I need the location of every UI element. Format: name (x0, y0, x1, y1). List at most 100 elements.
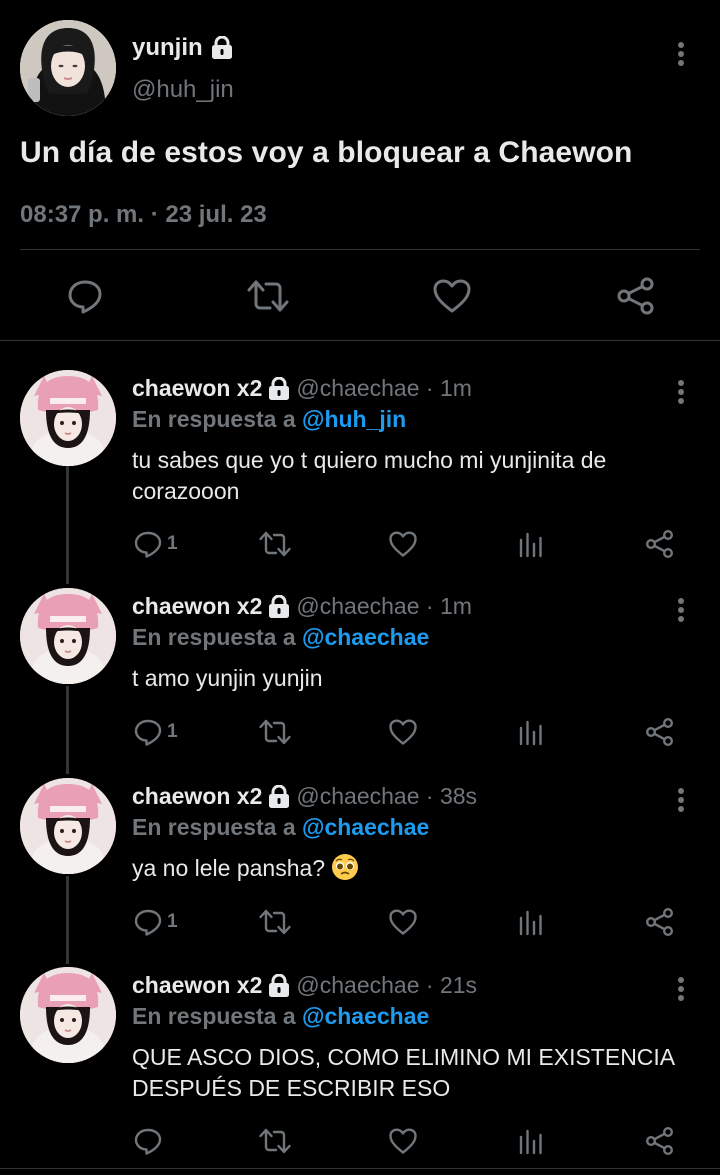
more-icon[interactable] (670, 378, 692, 408)
avatar[interactable] (20, 967, 116, 1063)
reply-time[interactable]: 1m (440, 375, 472, 402)
more-icon[interactable] (670, 40, 692, 70)
in-reply-label: En respuesta a (132, 1003, 303, 1029)
reply-icon[interactable] (133, 907, 163, 937)
in-reply-to: En respuesta a @chaechae (132, 624, 429, 651)
reply-header: chaewon x2 @chaechae · 1m (132, 593, 472, 620)
author-handle[interactable]: @chaechae (296, 375, 419, 402)
like-button[interactable] (388, 902, 418, 942)
main-tweet: yunjin @huh_jin Un día de estos voy a bl… (0, 0, 720, 340)
like-icon[interactable] (388, 718, 418, 746)
views-button[interactable] (518, 1121, 544, 1161)
reply-time[interactable]: 1m (440, 593, 472, 620)
share-icon[interactable] (616, 277, 656, 315)
like-icon[interactable] (388, 1127, 418, 1155)
reply-icon[interactable] (133, 529, 163, 559)
reply-button[interactable]: 1 (133, 712, 178, 752)
retweet-button[interactable] (258, 524, 292, 564)
author-name[interactable]: chaewon x2 (132, 972, 262, 999)
reply-text-content: QUE ASCO DIOS, COMO ELIMINO MI EXISTENCI… (132, 1044, 674, 1101)
reply-text-content: tu sabes que yo t quiero mucho mi yunjin… (132, 447, 607, 504)
retweet-icon[interactable] (258, 1127, 292, 1155)
author-name-row[interactable]: yunjin (132, 34, 233, 62)
reply-time[interactable]: 21s (440, 972, 477, 999)
in-reply-to: En respuesta a @chaechae (132, 814, 429, 841)
retweet-icon[interactable] (258, 718, 292, 746)
analytics-icon[interactable] (518, 1127, 544, 1155)
analytics-icon[interactable] (518, 530, 544, 558)
avatar[interactable] (20, 370, 116, 466)
more-icon[interactable] (670, 786, 692, 816)
views-button[interactable] (518, 712, 544, 752)
analytics-icon[interactable] (518, 908, 544, 936)
retweet-icon[interactable] (258, 908, 292, 936)
share-button[interactable] (645, 524, 675, 564)
reply-icon[interactable] (66, 277, 104, 315)
like-button[interactable] (388, 712, 418, 752)
in-reply-label: En respuesta a (132, 624, 303, 650)
retweet-button[interactable] (258, 1121, 292, 1161)
like-button[interactable] (388, 1121, 418, 1161)
reply-text: t amo yunjin yunjin (132, 663, 692, 694)
lock-icon (269, 376, 290, 400)
tweet-text: Un día de estos voy a bloquear a Chaewon (20, 136, 633, 169)
in-reply-handle-link[interactable]: @chaechae (302, 624, 429, 650)
retweet-button[interactable] (258, 902, 292, 942)
author-name[interactable]: chaewon x2 (132, 375, 262, 402)
reply-action-bar: 1 (0, 524, 720, 564)
separator: · (419, 972, 440, 998)
share-button[interactable] (645, 1121, 675, 1161)
divider (20, 249, 700, 250)
author-name[interactable]: yunjin (132, 34, 203, 62)
like-icon[interactable] (388, 530, 418, 558)
reply-text: tu sabes que yo t quiero mucho mi yunjin… (132, 445, 692, 507)
reply-icon[interactable] (133, 717, 163, 747)
views-button[interactable] (518, 524, 544, 564)
in-reply-label: En respuesta a (132, 814, 303, 840)
author-name[interactable]: chaewon x2 (132, 593, 262, 620)
like-icon[interactable] (388, 908, 418, 936)
analytics-icon[interactable] (518, 718, 544, 746)
author-name[interactable]: chaewon x2 (132, 783, 262, 810)
lock-icon (269, 594, 290, 618)
retweet-button[interactable] (258, 712, 292, 752)
tweet-timestamp[interactable]: 08:37 p. m. · 23 jul. 23 (20, 201, 267, 229)
share-icon[interactable] (645, 717, 675, 747)
like-button[interactable] (388, 524, 418, 564)
share-icon[interactable] (645, 1126, 675, 1156)
in-reply-to: En respuesta a @huh_jin (132, 406, 406, 433)
share-button[interactable] (645, 712, 675, 752)
in-reply-handle-link[interactable]: @chaechae (302, 814, 429, 840)
share-icon[interactable] (645, 907, 675, 937)
author-handle[interactable]: @huh_jin (132, 76, 234, 104)
separator: · (419, 375, 440, 401)
in-reply-handle-link[interactable]: @chaechae (302, 1003, 429, 1029)
retweet-icon[interactable] (258, 530, 292, 558)
reply-button[interactable]: 1 (133, 902, 178, 942)
more-icon[interactable] (670, 596, 692, 626)
reply-icon[interactable] (133, 1126, 163, 1156)
views-button[interactable] (518, 902, 544, 942)
divider (0, 1168, 720, 1169)
like-icon[interactable] (432, 278, 472, 314)
share-button[interactable] (645, 902, 675, 942)
avatar[interactable] (20, 20, 116, 116)
in-reply-handle-link[interactable]: @huh_jin (302, 406, 406, 432)
divider (0, 340, 720, 341)
author-handle[interactable]: @chaechae (296, 783, 419, 810)
lock-icon (269, 973, 290, 997)
reply-header: chaewon x2 @chaechae · 38s (132, 783, 477, 810)
retweet-icon[interactable] (246, 278, 290, 314)
reply-button[interactable]: 1 (133, 524, 178, 564)
reply-button[interactable] (133, 1121, 163, 1161)
more-icon[interactable] (670, 975, 692, 1005)
reply-time[interactable]: 38s (440, 783, 477, 810)
share-icon[interactable] (645, 529, 675, 559)
reply-text-content: ya no lele pansha? (132, 855, 326, 881)
avatar[interactable] (20, 588, 116, 684)
author-handle[interactable]: @chaechae (296, 593, 419, 620)
in-reply-to: En respuesta a @chaechae (132, 1003, 429, 1030)
reply-text: QUE ASCO DIOS, COMO ELIMINO MI EXISTENCI… (132, 1042, 692, 1104)
author-handle[interactable]: @chaechae (296, 972, 419, 999)
avatar[interactable] (20, 778, 116, 874)
